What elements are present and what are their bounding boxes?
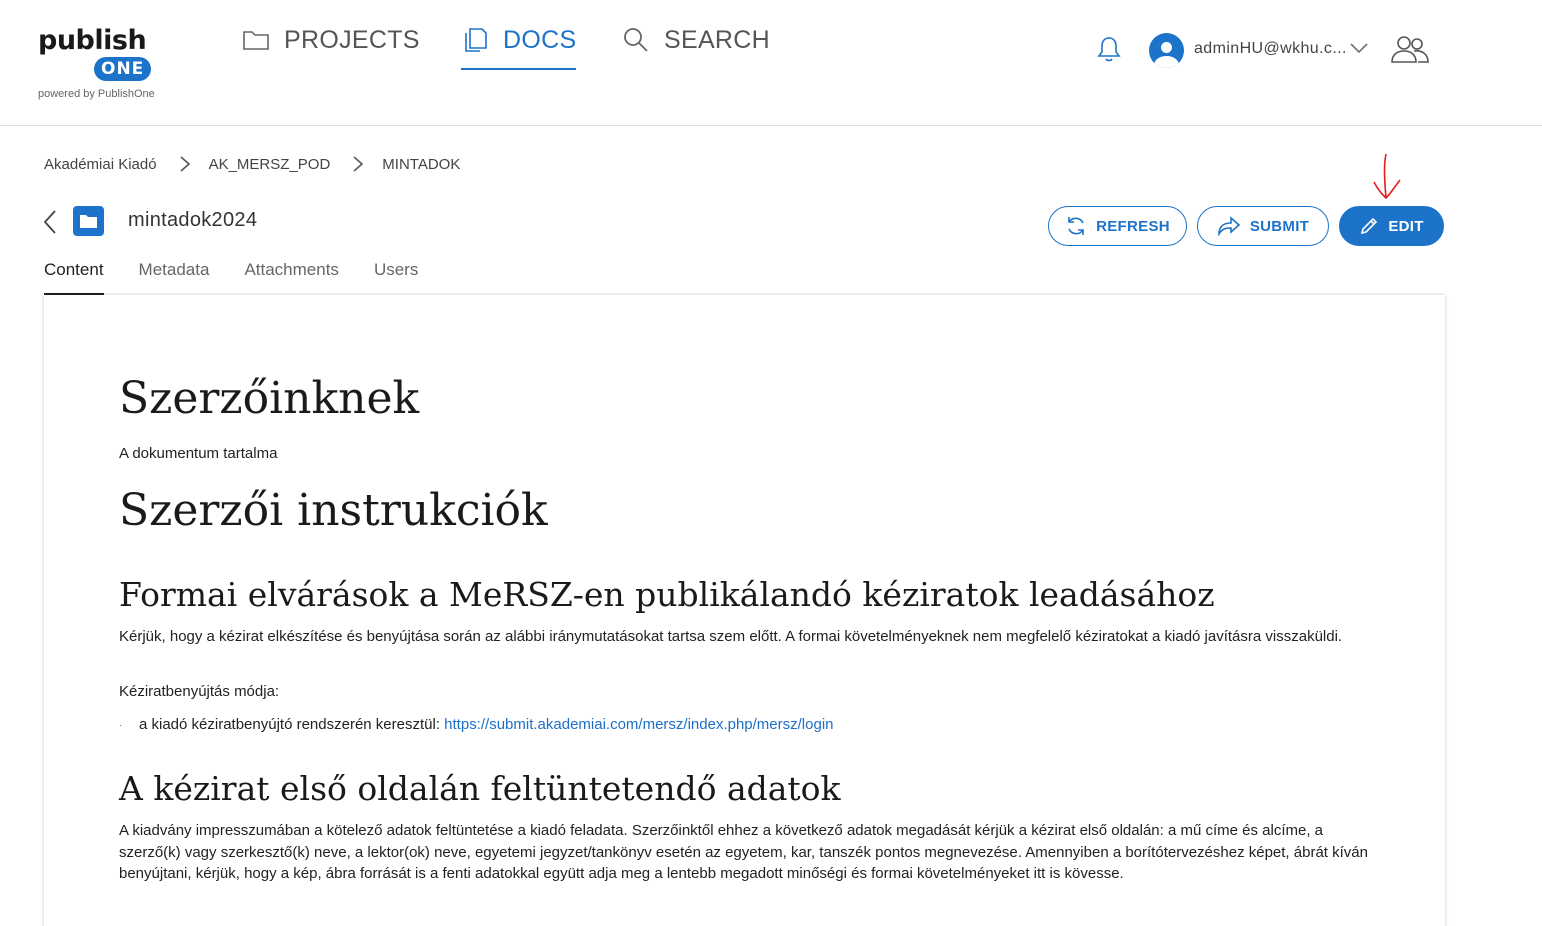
nav-search-label: SEARCH — [664, 26, 770, 54]
annotation-arrow-icon — [1373, 153, 1401, 200]
logo-badge: ONE — [94, 57, 152, 81]
users-icon[interactable] — [1390, 34, 1430, 66]
submit-label: SUBMIT — [1249, 217, 1310, 235]
document-type-badge — [73, 206, 104, 236]
nav-docs-label: DOCS — [503, 26, 577, 54]
doc-paragraph: Kérjük, hogy a kézirat elkészítése és be… — [119, 628, 1343, 645]
nav-projects-label: PROJECTS — [284, 26, 420, 54]
refresh-label: REFRESH — [1096, 217, 1170, 235]
powered-by-label: powered by PublishOne — [38, 88, 155, 100]
document-tabs: Content Metadata Attachments Users — [44, 260, 453, 295]
tab-users[interactable]: Users — [374, 260, 418, 295]
back-arrow-icon[interactable] — [42, 209, 58, 235]
folder-icon — [243, 31, 269, 50]
chevron-right-icon — [353, 156, 364, 172]
refresh-button[interactable]: REFRESH — [1048, 206, 1187, 246]
refresh-icon — [1068, 217, 1084, 235]
documents-icon — [465, 28, 487, 52]
submission-link[interactable]: https://submit.akademiai.com/mersz/index… — [444, 716, 833, 733]
breadcrumb-item-folder[interactable]: MINTADOK — [382, 156, 460, 173]
submit-button[interactable]: SUBMIT — [1197, 206, 1329, 246]
user-name[interactable]: adminHU@wkhu.c... — [1194, 40, 1347, 58]
doc-paragraph: A kiadvány impresszumában a kötelező ada… — [119, 822, 1368, 882]
tab-attachments[interactable]: Attachments — [244, 260, 339, 295]
pencil-icon — [1361, 217, 1378, 235]
bell-icon[interactable] — [1096, 35, 1122, 63]
doc-bullet-item: · a kiadó kéziratbenyújtó rendszerén kere… — [119, 716, 834, 733]
nav-search[interactable]: SEARCH — [622, 24, 770, 70]
bullet-text: a kiadó kéziratbenyújtó rendszerén keres… — [139, 716, 440, 733]
app-header: publish ONE powered by PublishOne PROJEC… — [0, 0, 1542, 126]
folder-icon — [80, 215, 97, 228]
edit-label: EDIT — [1388, 217, 1424, 235]
user-avatar[interactable] — [1149, 33, 1184, 68]
publishone-logo[interactable]: publish ONE powered by PublishOne — [38, 26, 178, 106]
nav-docs[interactable]: DOCS — [461, 24, 577, 70]
breadcrumb: Akadémiai Kiadó AK_MERSZ_POD MINTADOK — [44, 155, 460, 173]
tab-metadata[interactable]: Metadata — [139, 260, 210, 295]
tab-content[interactable]: Content — [44, 260, 104, 295]
content-panel: Szerzőinknek A dokumentum tartalma Szerz… — [44, 295, 1445, 926]
document-title: mintadok2024 — [128, 209, 258, 231]
doc-section-title: A kézirat első oldalán feltüntetendő ada… — [119, 769, 841, 808]
doc-subtitle: A dokumentum tartalma — [119, 445, 278, 462]
chevron-right-icon — [180, 156, 190, 172]
search-icon — [624, 28, 648, 52]
logo-wordmark: publish — [38, 25, 147, 56]
breadcrumb-item-publisher[interactable]: Akadémiai Kiadó — [44, 156, 157, 173]
share-arrow-icon — [1218, 216, 1241, 236]
edit-button[interactable]: EDIT — [1339, 206, 1444, 246]
doc-section-title: Formai elvárások a MeRSZ-en publikálandó… — [119, 575, 1215, 614]
doc-heading-1: Szerzőinknek — [119, 373, 420, 424]
nav-projects[interactable]: PROJECTS — [242, 24, 420, 70]
bullet-dot: · — [119, 719, 123, 731]
chevron-down-icon[interactable] — [1349, 40, 1369, 56]
doc-paragraph: Kéziratbenyújtás módja: — [119, 683, 280, 700]
doc-heading-2: Szerzői instrukciók — [119, 485, 548, 536]
breadcrumb-item-project[interactable]: AK_MERSZ_POD — [209, 156, 331, 173]
